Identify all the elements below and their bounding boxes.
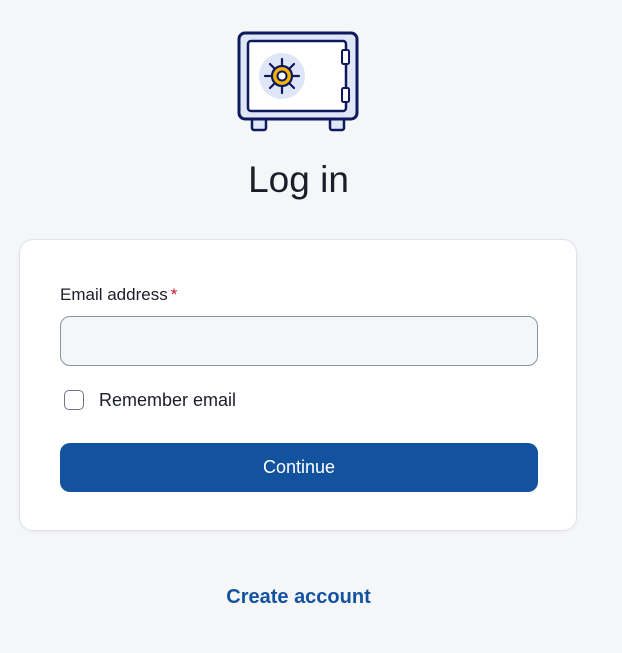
email-field[interactable]	[60, 316, 538, 366]
remember-email-label[interactable]: Remember email	[99, 389, 236, 411]
page-title: Log in	[248, 159, 349, 200]
remember-email-row[interactable]: Remember email	[64, 389, 236, 411]
login-card: Email address * Remember email Continue	[19, 239, 577, 531]
email-label-text: Email address	[60, 285, 168, 304]
required-marker: *	[170, 285, 178, 304]
email-label: Email address *	[60, 284, 177, 306]
safe-logo-icon	[237, 31, 359, 132]
remember-email-checkbox[interactable]	[64, 390, 84, 410]
create-account-link[interactable]: Create account	[0, 585, 597, 609]
continue-button[interactable]: Continue	[60, 443, 538, 492]
